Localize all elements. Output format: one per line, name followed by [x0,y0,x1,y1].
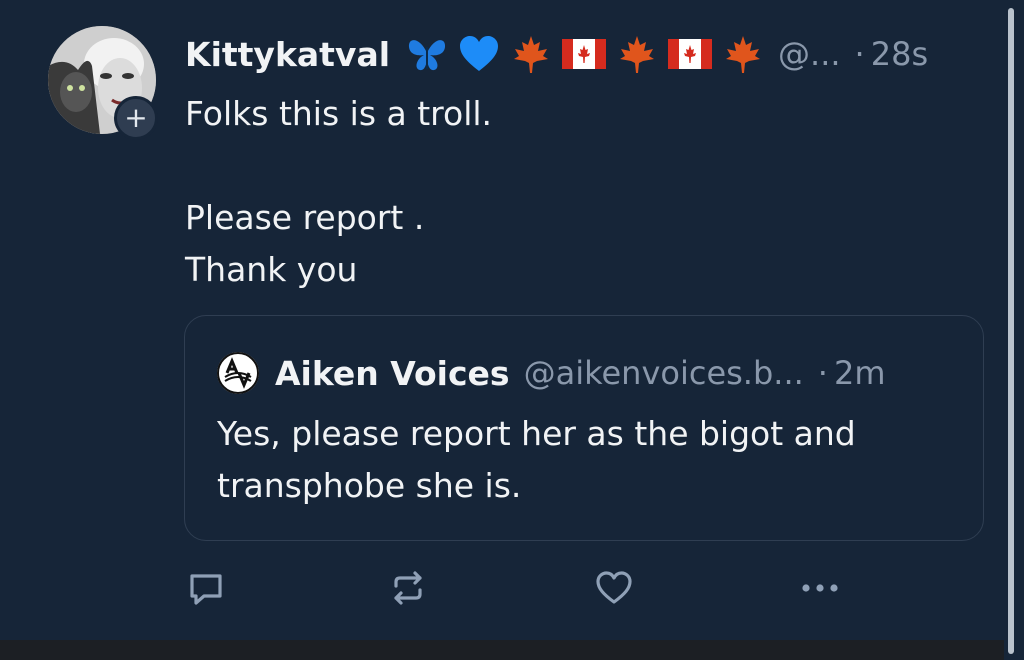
post-body: Folks this is a troll. Please report . T… [185,88,965,296]
aiken-voices-logo-icon [217,352,259,394]
like-icon [596,571,632,604]
separator-dot: · [817,354,828,392]
follow-plus-button[interactable]: + [114,96,158,140]
quoted-author-avatar[interactable] [217,352,259,394]
maple-leaf-icon [510,33,552,75]
maple-leaf-icon [722,33,764,75]
quoted-post-header: Aiken Voices @aikenvoices.b... · 2m [217,352,886,394]
post-text-line: Folks this is a troll. [185,94,493,133]
post-actions [0,566,1004,610]
like-button[interactable] [592,566,636,610]
reply-button[interactable] [184,566,228,610]
plus-icon: + [124,101,148,134]
post-header: Kittykatval @... · 28s [185,28,985,80]
maple-leaf-icon [616,33,658,75]
more-icon [802,584,838,592]
name-emojis [406,33,764,75]
quoted-post-timestamp[interactable]: 2m [834,354,886,392]
repost-button[interactable] [386,566,430,610]
separator-dot: · [854,35,865,73]
post-timestamp[interactable]: 28s [871,35,928,73]
quoted-post-body: Yes, please report her as the bigot and … [217,414,856,505]
more-options-button[interactable] [798,566,842,610]
bottom-bar [0,640,1004,660]
canada-flag-icon [562,39,607,69]
post-card[interactable]: + Kittykatval @... · 28s Folks this is a… [0,0,1004,638]
repost-icon [394,571,422,605]
author-handle[interactable]: @... [778,35,841,73]
post-text-line: Thank you [185,250,358,289]
post-text-blank-line [185,140,965,192]
quoted-author-handle[interactable]: @aikenvoices.b... [524,354,804,392]
author-display-name[interactable]: Kittykatval [185,35,390,74]
quoted-post[interactable]: Aiken Voices @aikenvoices.b... · 2m Yes,… [184,315,984,541]
post-text-line: Please report . [185,198,425,237]
scrollbar[interactable] [1008,8,1014,654]
blue-heart-icon [458,33,500,75]
quoted-author-name[interactable]: Aiken Voices [275,354,510,393]
reply-icon [190,574,222,605]
butterfly-icon [406,33,448,75]
canada-flag-icon [668,39,713,69]
